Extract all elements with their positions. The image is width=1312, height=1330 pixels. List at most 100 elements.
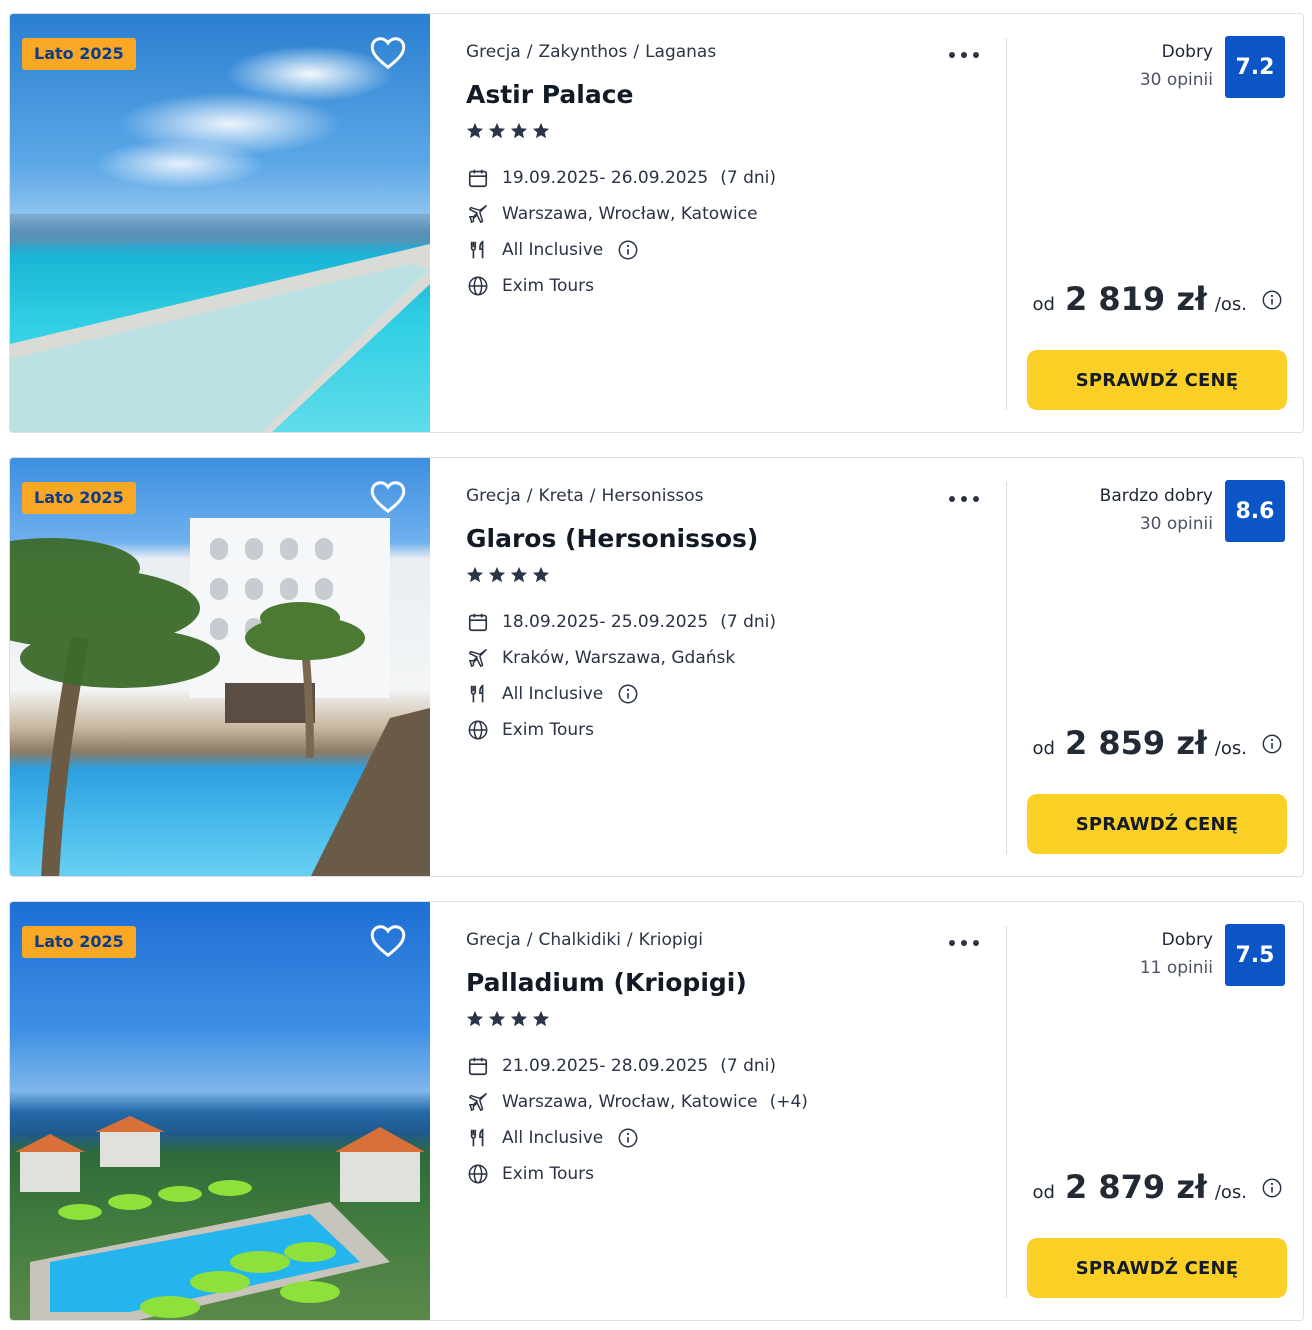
board-type: All Inclusive <box>502 240 604 260</box>
breadcrumb-country[interactable]: Grecja <box>466 42 521 62</box>
price-unit: /os. <box>1214 738 1247 759</box>
hotel-photo[interactable]: Lato 2025 <box>10 14 430 432</box>
rating-label: Dobry <box>1161 42 1213 62</box>
star-icon <box>466 1010 484 1027</box>
price-amount: 2 859 zł <box>1064 724 1207 762</box>
dates-row: 19.09.2025- 26.09.2025 (7 dni) <box>466 166 776 190</box>
board-row: All Inclusive <box>466 1126 639 1150</box>
calendar-icon <box>468 1057 488 1076</box>
star-icon <box>532 122 550 139</box>
pool-edge <box>10 214 430 432</box>
breadcrumb-separator: / <box>526 930 533 950</box>
more-options-icon[interactable] <box>948 488 980 508</box>
hotel-name[interactable]: Palladium (Kriopigi) <box>466 968 747 997</box>
hotel-stars <box>466 122 550 140</box>
breadcrumb-city[interactable]: Laganas <box>645 42 716 62</box>
info-icon[interactable] <box>617 239 639 261</box>
price: od 2 819 zł /os. <box>1033 280 1283 320</box>
board-type: All Inclusive <box>502 1128 604 1148</box>
more-departures[interactable]: (+4) <box>770 1092 808 1112</box>
breadcrumb-region[interactable]: Chalkidiki <box>538 930 620 950</box>
cutlery-icon <box>470 1128 484 1147</box>
rating-score: 7.5 <box>1225 924 1285 986</box>
check-price-button[interactable]: SPRAWDŹ CENĘ <box>1027 794 1287 854</box>
hotel-photo[interactable]: Lato 2025 <box>10 902 430 1320</box>
more-options-icon[interactable] <box>948 44 980 64</box>
trip-duration: (7 dni) <box>720 168 776 188</box>
info-icon[interactable] <box>617 683 639 705</box>
more-options-icon[interactable] <box>948 932 980 952</box>
heart-outline-icon[interactable] <box>370 36 406 70</box>
trip-duration: (7 dni) <box>720 1056 776 1076</box>
star-icon <box>466 566 484 583</box>
heart-outline-icon[interactable] <box>370 480 406 514</box>
globe-icon <box>468 720 488 740</box>
star-icon <box>488 566 506 583</box>
operator-row: Exim Tours <box>466 1162 594 1186</box>
star-icon <box>488 122 506 139</box>
price-amount: 2 879 zł <box>1064 1168 1207 1206</box>
plane-icon <box>469 649 487 667</box>
price-unit: /os. <box>1214 1182 1247 1203</box>
price-prefix: od <box>1032 738 1055 759</box>
hotel-stars <box>466 566 550 584</box>
breadcrumb-region[interactable]: Zakynthos <box>538 42 627 62</box>
plane-icon <box>469 205 487 223</box>
check-price-button[interactable]: SPRAWDŹ CENĘ <box>1027 350 1287 410</box>
departures-row: Warszawa, Wrocław, Katowice (+4) <box>466 1090 808 1114</box>
breadcrumb: Grecja / Zakynthos / Laganas <box>466 42 716 62</box>
info-icon[interactable] <box>1261 289 1283 311</box>
rating-score: 8.6 <box>1225 480 1285 542</box>
cutlery-icon <box>470 684 484 703</box>
hotel-name[interactable]: Astir Palace <box>466 80 634 109</box>
price-amount: 2 819 zł <box>1064 280 1207 318</box>
breadcrumb-city[interactable]: Kriopigi <box>639 930 703 950</box>
breadcrumb-separator: / <box>633 42 640 62</box>
departure-cities: Warszawa, Wrocław, Katowice <box>502 204 758 224</box>
board-row: All Inclusive <box>466 682 639 706</box>
star-icon <box>510 122 528 139</box>
departure-cities: Warszawa, Wrocław, Katowice <box>502 1092 758 1112</box>
breadcrumb-country[interactable]: Grecja <box>466 930 521 950</box>
globe-icon <box>468 276 488 296</box>
plane-icon <box>469 1093 487 1111</box>
tour-operator: Exim Tours <box>502 1164 595 1184</box>
info-icon[interactable] <box>617 1127 639 1149</box>
info-icon[interactable] <box>1261 733 1283 755</box>
breadcrumb-region[interactable]: Kreta <box>538 486 583 506</box>
travel-dates: 21.09.2025- 28.09.2025 <box>502 1056 709 1076</box>
offer-card[interactable]: Lato 2025 Grecja / Kreta / Hersonissos Glaro… <box>9 457 1304 877</box>
offer-card[interactable]: Lato 2025 Grecja / Chalkidiki / Kriopigi Pal… <box>9 901 1304 1321</box>
departures-row: Warszawa, Wrocław, Katowice <box>466 202 758 226</box>
review-count[interactable]: 30 opinii <box>1140 514 1213 534</box>
rating-label: Dobry <box>1161 930 1213 950</box>
offer-info: Grecja / Zakynthos / Laganas Astir Palace 19… <box>466 14 1006 432</box>
breadcrumb-city[interactable]: Hersonissos <box>602 486 704 506</box>
breadcrumb-country[interactable]: Grecja <box>466 486 521 506</box>
review-count[interactable]: 11 opinii <box>1140 958 1213 978</box>
hotel-stars <box>466 1010 550 1028</box>
globe-icon <box>468 1164 488 1184</box>
info-icon[interactable] <box>1261 1177 1283 1199</box>
breadcrumb-separator: / <box>526 486 533 506</box>
cutlery-icon <box>470 240 484 259</box>
resort-scene <box>15 1116 425 1320</box>
board-row: All Inclusive <box>466 238 639 262</box>
calendar-icon <box>468 169 488 188</box>
review-count[interactable]: 30 opinii <box>1140 70 1213 90</box>
travel-dates: 19.09.2025- 26.09.2025 <box>502 168 709 188</box>
price: od 2 859 zł /os. <box>1033 724 1283 764</box>
offer-card[interactable]: Lato 2025 Grecja / Zakynthos / Laganas Astir… <box>9 13 1304 433</box>
rating-score: 7.2 <box>1225 36 1285 98</box>
tour-operator: Exim Tours <box>502 276 595 296</box>
divider <box>1006 926 1007 1298</box>
hotel-photo[interactable]: Lato 2025 <box>10 458 430 876</box>
rating-label: Bardzo dobry <box>1099 486 1213 506</box>
heart-outline-icon[interactable] <box>370 924 406 958</box>
breadcrumb: Grecja / Chalkidiki / Kriopigi <box>466 930 703 950</box>
hotel-name[interactable]: Glaros (Hersonissos) <box>466 524 758 553</box>
star-icon <box>488 1010 506 1027</box>
dates-row: 21.09.2025- 28.09.2025 (7 dni) <box>466 1054 776 1078</box>
departure-cities: Kraków, Warszawa, Gdańsk <box>502 648 736 668</box>
check-price-button[interactable]: SPRAWDŹ CENĘ <box>1027 1238 1287 1298</box>
